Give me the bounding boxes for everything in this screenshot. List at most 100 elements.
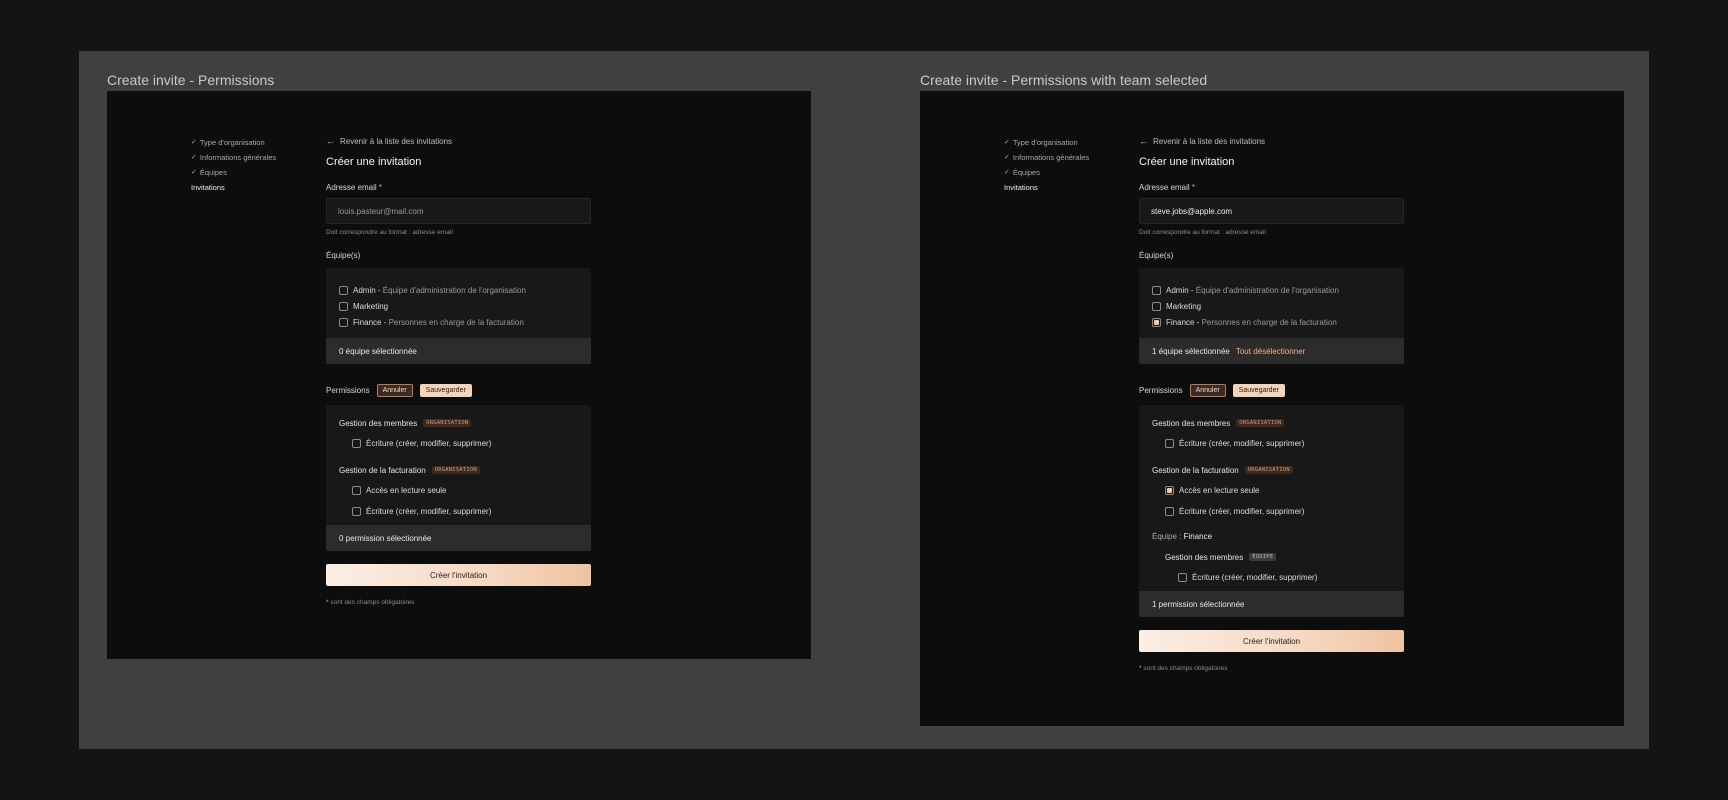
checkbox[interactable] (352, 485, 361, 495)
team-checkbox-row[interactable]: Admin - Équipe d'administration de l'org… (339, 282, 578, 298)
teams-label: Équipe(s) (326, 251, 361, 260)
team-section-prefix: Équipe : (1152, 532, 1184, 541)
step-item[interactable]: Invitations (191, 180, 276, 195)
back-link[interactable]: ← Revenir à la liste des invitations (326, 135, 591, 147)
step-label: Invitations (1004, 183, 1038, 192)
step-item[interactable]: ✓ Informations générales (191, 150, 276, 165)
permission-group-title: Gestion des membres ORGANISATION (1152, 416, 1391, 430)
teams-panel: Admin - Équipe d'administration de l'org… (326, 268, 591, 364)
teams-panel: Admin - Équipe d'administration de l'org… (1139, 268, 1404, 364)
permission-checkbox-row[interactable]: Écriture (créer, modifier, supprimer) (1165, 569, 1391, 585)
team-description: Personnes en charge de la facturation (388, 317, 524, 327)
team-name: Admin (1166, 285, 1189, 295)
step-item[interactable]: ✓ Type d'organisation (1004, 135, 1089, 150)
scope-tag: ORGANISATION (1236, 419, 1285, 427)
check-icon: ✓ (1004, 169, 1010, 176)
cancel-button[interactable]: Annuler (1189, 383, 1226, 397)
permission-label: Accès en lecture seule (366, 485, 447, 495)
permission-label: Accès en lecture seule (1179, 485, 1260, 495)
teams-list: Admin - Équipe d'administration de l'org… (1139, 268, 1404, 338)
step-item[interactable]: Invitations (1004, 180, 1089, 195)
stepper: ✓ Type d'organisation ✓ Informations généra… (1004, 135, 1089, 195)
step-label: Informations générales (1012, 153, 1090, 162)
team-label: Finance - Personnes en charge de la fact… (1166, 318, 1337, 327)
permission-checkbox-row[interactable]: Écriture (créer, modifier, supprimer) (339, 503, 578, 519)
checkbox[interactable] (339, 301, 348, 311)
permissions-panel: Gestion des membres ORGANISATION Écriture … (326, 405, 591, 551)
checkbox[interactable] (1152, 317, 1161, 327)
email-field[interactable]: steve.jobs@apple.com (1139, 198, 1404, 224)
scope-tag: ORGANISATION (431, 466, 480, 474)
step-item[interactable]: ✓ Informations générales (1004, 150, 1089, 165)
team-checkbox-row[interactable]: Marketing (339, 298, 578, 314)
team-separator: - (381, 317, 389, 327)
check-icon: ✓ (1004, 139, 1010, 146)
email-hint: Doit correspondre au format : adresse em… (326, 229, 453, 236)
step-label: Informations générales (199, 153, 277, 162)
permission-checkbox-row[interactable]: Écriture (créer, modifier, supprimer) (339, 435, 578, 451)
permissions-list: Gestion des membres ORGANISATION Écriture … (326, 405, 591, 525)
step-label: Équipes (199, 168, 227, 177)
back-link-label: Revenir à la liste des invitations (1153, 136, 1266, 146)
team-description: Personnes en charge de la facturation (1201, 317, 1337, 327)
email-field[interactable]: louis.pasteur@mail.com (326, 198, 591, 224)
step-label: Type d'organisation (199, 138, 265, 147)
teams-count: 0 équipe sélectionnée (339, 346, 417, 356)
teams-footer: 1 équipe sélectionnée Tout désélectionner (1139, 338, 1404, 364)
create-invitation-button[interactable]: Créer l'invitation (1139, 630, 1404, 652)
save-button[interactable]: Sauvegarder (1232, 383, 1285, 397)
permission-group-title: Gestion des membres ORGANISATION (339, 416, 578, 430)
cancel-button[interactable]: Annuler (376, 383, 413, 397)
checkbox[interactable] (339, 285, 348, 295)
team-checkbox-row[interactable]: Finance - Personnes en charge de la fact… (339, 314, 578, 330)
team-separator: - (375, 285, 383, 295)
permissions-footer: 0 permission sélectionnée (326, 525, 591, 551)
checkbox[interactable] (339, 317, 348, 327)
checkbox[interactable] (1152, 301, 1161, 311)
step-item[interactable]: ✓ Équipes (1004, 165, 1089, 180)
arrow-left-icon: ← (1139, 136, 1148, 146)
check-icon: ✓ (1004, 154, 1010, 161)
frame-permissions-team-selected: ✓ Type d'organisation ✓ Informations généra… (920, 91, 1624, 726)
step-item[interactable]: ✓ Équipes (191, 165, 276, 180)
team-separator: - (1188, 285, 1196, 295)
permission-label: Écriture (créer, modifier, supprimer) (1179, 506, 1305, 516)
step-label: Type d'organisation (1012, 138, 1078, 147)
step-label: Équipes (1012, 168, 1040, 177)
team-checkbox-row[interactable]: Marketing (1152, 298, 1391, 314)
email-label-text: Adresse email (1139, 183, 1190, 192)
deselect-all-link[interactable]: Tout désélectionner (1236, 347, 1305, 356)
permission-checkbox-row[interactable]: Écriture (créer, modifier, supprimer) (1152, 435, 1391, 451)
checkbox[interactable] (1165, 506, 1174, 516)
teams-count: 1 équipe sélectionnée (1152, 346, 1230, 356)
back-link[interactable]: ← Revenir à la liste des invitations (1139, 135, 1404, 147)
permission-checkbox-row[interactable]: Écriture (créer, modifier, supprimer) (1152, 503, 1391, 519)
checkbox[interactable] (1178, 572, 1187, 582)
required-footnote: * sont des champs obligatoires (326, 599, 591, 606)
permission-group-label: Gestion de la facturation (339, 465, 426, 475)
create-invitation-button[interactable]: Créer l'invitation (326, 564, 591, 586)
arrow-left-icon: ← (326, 136, 335, 146)
team-description: Équipe d'administration de l'organisatio… (1195, 285, 1339, 295)
checkbox[interactable] (352, 506, 361, 516)
team-checkbox-row[interactable]: Admin - Équipe d'administration de l'org… (1152, 282, 1391, 298)
team-checkbox-row[interactable]: Finance - Personnes en charge de la fact… (1152, 314, 1391, 330)
checkbox[interactable] (1165, 438, 1174, 448)
checkbox[interactable] (1165, 485, 1174, 495)
permission-group-label: Gestion des membres (1152, 418, 1231, 428)
save-button[interactable]: Sauvegarder (419, 383, 472, 397)
teams-footer: 0 équipe sélectionnée (326, 338, 591, 364)
invite-form: ← Revenir à la liste des invitations Créer… (326, 135, 591, 606)
permission-group-title: Gestion de la facturation ORGANISATION (339, 463, 578, 477)
page-title: Créer une invitation (326, 156, 422, 168)
team-name: Marketing (353, 301, 389, 311)
step-item[interactable]: ✓ Type d'organisation (191, 135, 276, 150)
team-name: Finance (1166, 317, 1195, 327)
checkbox[interactable] (352, 438, 361, 448)
permission-checkbox-row[interactable]: Accès en lecture seule (339, 482, 578, 498)
back-link-label: Revenir à la liste des invitations (340, 136, 453, 146)
permission-checkbox-row[interactable]: Accès en lecture seule (1152, 482, 1391, 498)
permission-group-label: Gestion des membres (1165, 552, 1244, 562)
permissions-list: Gestion des membres ORGANISATION Écriture … (1139, 405, 1404, 591)
checkbox[interactable] (1152, 285, 1161, 295)
